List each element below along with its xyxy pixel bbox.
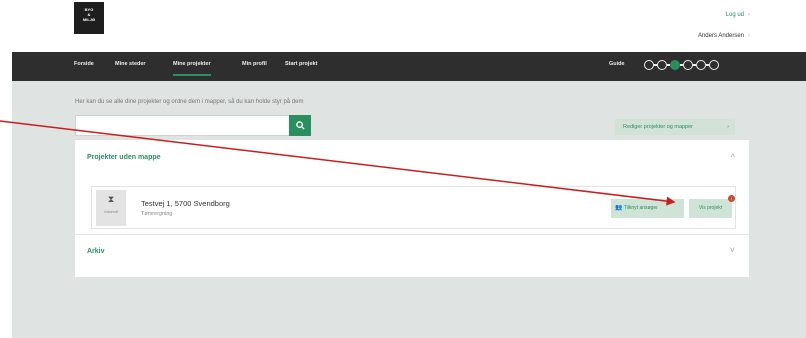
panel-archive: Arkiv ˅ xyxy=(75,234,749,277)
edit-projects-label: Rediger projekter og mapper xyxy=(623,124,694,130)
project-row[interactable]: ⧗ Indsendt Testvej 1, 5700 Svendborg Tøm… xyxy=(91,186,736,229)
project-status: Indsendt xyxy=(104,210,118,214)
edit-projects-button[interactable]: Rediger projekter og mapper › xyxy=(615,119,735,135)
logo[interactable]: BYG & MILJØ xyxy=(74,2,104,34)
attach-applicant-label: Tilknyt ansøger xyxy=(623,205,658,211)
user-name: Anders Andersen xyxy=(697,33,744,39)
nav-item-mine-steder[interactable]: Mine steder xyxy=(115,61,146,67)
guide-label[interactable]: Guide xyxy=(609,61,625,67)
project-address[interactable]: Testvej 1, 5700 Svendborg xyxy=(141,199,230,208)
chevron-right-icon: › xyxy=(748,12,750,18)
panel-title[interactable]: Arkiv xyxy=(87,248,105,255)
guide-step[interactable] xyxy=(657,60,667,70)
nav-item-forside[interactable]: Forside xyxy=(74,61,94,67)
user-add-icon: 👥 xyxy=(615,205,623,211)
logout-link[interactable]: Log ud › xyxy=(726,12,750,18)
nav-item-start-projekt[interactable]: Start projekt xyxy=(285,61,317,67)
guide-step[interactable] xyxy=(644,60,654,70)
search-button[interactable] xyxy=(289,115,311,136)
nav-item-mine-projekter[interactable]: Mine projekter xyxy=(173,61,211,76)
chevron-right-icon: › xyxy=(727,124,729,130)
project-type: Tømrergning xyxy=(141,211,173,217)
project-thumbnail: ⧗ Indsendt xyxy=(96,190,126,226)
guide-step[interactable] xyxy=(709,60,719,70)
notification-badge: ! xyxy=(728,195,735,202)
chevron-right-icon: › xyxy=(748,33,750,39)
guide-step[interactable] xyxy=(683,60,693,70)
search-input[interactable] xyxy=(75,115,311,136)
header: BYG & MILJØ Log ud › Anders Andersen › xyxy=(12,0,806,52)
panel-title[interactable]: Projekter uden mappe xyxy=(87,154,161,161)
hourglass-icon: ⧗ xyxy=(107,194,115,204)
guide-step[interactable] xyxy=(696,60,706,70)
intro-text: Her kan du se alle dine projekter og ord… xyxy=(75,99,304,105)
nav-item-min-profil[interactable]: Min profil xyxy=(242,61,267,67)
guide-step-current[interactable] xyxy=(670,60,680,70)
main-nav: Forside Mine steder Mine projekter Min p… xyxy=(12,52,806,81)
view-project-button[interactable]: Vis projekt xyxy=(689,199,732,218)
panel-projects-no-folder: Projekter uden mappe ^ ⧗ Indsendt Testve… xyxy=(75,140,749,234)
chevron-up-icon[interactable]: ^ xyxy=(731,152,735,162)
chevron-down-icon[interactable]: ˅ xyxy=(730,245,735,255)
logo-line: MILJØ xyxy=(82,17,96,22)
attach-applicant-button[interactable]: 👥 Tilknyt ansøger xyxy=(611,199,684,218)
main-content: Her kan du se alle dine projekter og ord… xyxy=(12,81,806,338)
guide-steps[interactable] xyxy=(644,60,719,70)
logout-label: Log ud xyxy=(725,12,744,18)
search-icon xyxy=(295,121,305,130)
user-menu[interactable]: Anders Andersen › xyxy=(698,33,750,39)
